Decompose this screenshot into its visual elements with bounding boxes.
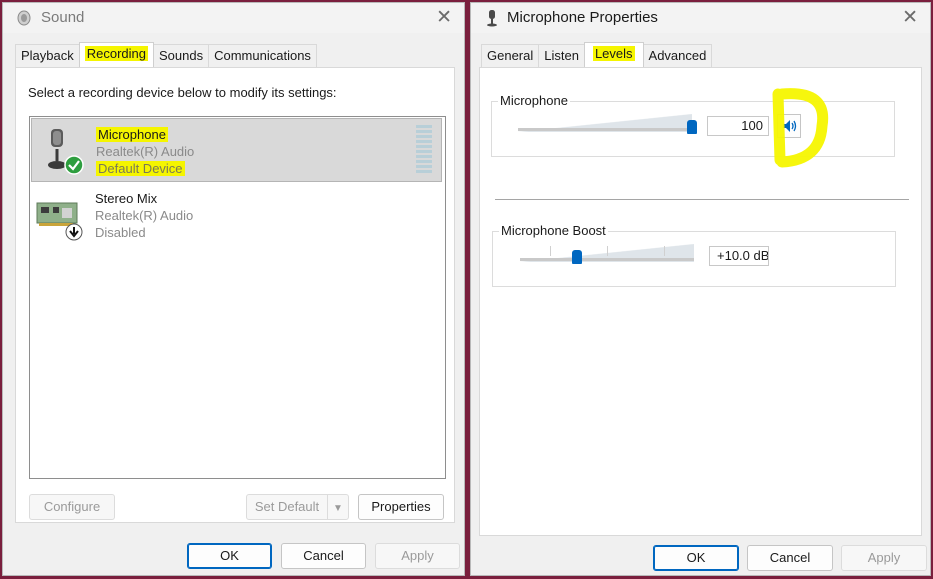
tab-sounds[interactable]: Sounds bbox=[153, 44, 210, 67]
microphone-app-icon bbox=[487, 10, 497, 27]
sound-title: Sound bbox=[41, 9, 85, 26]
apply-button[interactable]: Apply bbox=[841, 545, 927, 571]
speaker-app-icon bbox=[17, 10, 31, 26]
annotation-mark bbox=[772, 88, 829, 168]
device-driver: Realtek(R) Audio bbox=[95, 208, 194, 223]
close-icon[interactable]: ✕ bbox=[436, 6, 452, 29]
properties-tabs: General Listen Levels Advanced bbox=[481, 42, 713, 67]
boost-group: Microphone Boost +10.0 dB bbox=[492, 223, 896, 287]
cancel-button[interactable]: Cancel bbox=[281, 543, 366, 569]
tab-general[interactable]: General bbox=[481, 44, 540, 67]
device-name: Stereo Mix bbox=[95, 191, 158, 206]
boost-tick bbox=[664, 246, 665, 256]
instruction-text: Select a recording device below to modif… bbox=[28, 85, 337, 100]
sound-titlebar: Sound ✕ bbox=[3, 3, 464, 33]
device-status: Disabled bbox=[95, 225, 146, 240]
tab-recording[interactable]: Recording bbox=[78, 42, 155, 67]
divider bbox=[495, 199, 909, 200]
list-item-stereo-mix[interactable]: Stereo Mix Realtek(R) Audio Disabled bbox=[31, 183, 440, 245]
boost-slider-track[interactable] bbox=[520, 258, 694, 261]
set-default-dropdown[interactable]: ▼ bbox=[327, 494, 349, 520]
levels-panel: Microphone 100 Microphone Boost +10.0 dB bbox=[479, 67, 922, 536]
tab-levels[interactable]: Levels bbox=[583, 42, 644, 67]
properties-title: Microphone Properties bbox=[507, 9, 658, 26]
close-icon[interactable]: ✕ bbox=[902, 6, 918, 29]
microphone-group: Microphone 100 bbox=[491, 88, 895, 168]
tab-communications[interactable]: Communications bbox=[208, 44, 317, 67]
boost-tick bbox=[607, 246, 608, 256]
properties-titlebar: Microphone Properties ✕ bbox=[471, 3, 930, 33]
cancel-button[interactable]: Cancel bbox=[747, 545, 833, 571]
mic-slider-track[interactable] bbox=[518, 128, 692, 131]
boost-level-input[interactable]: +10.0 dB bbox=[709, 246, 769, 266]
disabled-arrow-icon bbox=[65, 223, 83, 241]
boost-label: Microphone Boost bbox=[499, 223, 608, 238]
tab-playback[interactable]: Playback bbox=[15, 44, 80, 67]
ok-button[interactable]: OK bbox=[187, 543, 272, 569]
tab-listen[interactable]: Listen bbox=[538, 44, 585, 67]
tab-levels-label: Levels bbox=[592, 46, 635, 61]
default-check-icon bbox=[64, 155, 84, 175]
tab-recording-label: Recording bbox=[84, 46, 149, 61]
list-item-microphone[interactable]: Microphone Realtek(R) Audio Default Devi… bbox=[31, 118, 442, 182]
sound-tabs: Playback Recording Sounds Communications bbox=[15, 42, 317, 67]
recording-panel: Select a recording device below to modif… bbox=[15, 67, 455, 523]
properties-dialog: Microphone Properties ✕ General Listen L… bbox=[470, 2, 931, 576]
set-default-button[interactable]: Set Default bbox=[246, 494, 328, 520]
chevron-down-icon: ▼ bbox=[333, 503, 343, 514]
tab-advanced[interactable]: Advanced bbox=[642, 44, 713, 67]
microphone-label: Microphone bbox=[498, 93, 570, 108]
sound-dialog: Sound ✕ Playback Recording Sounds Commun… bbox=[2, 2, 465, 576]
device-name: Microphone bbox=[96, 127, 168, 142]
mic-level-input[interactable]: 100 bbox=[707, 116, 769, 136]
boost-slider-thumb[interactable] bbox=[572, 250, 583, 264]
properties-button[interactable]: Properties bbox=[358, 494, 444, 520]
mic-slider-thumb[interactable] bbox=[687, 120, 697, 134]
device-driver: Realtek(R) Audio bbox=[96, 144, 195, 159]
ok-button[interactable]: OK bbox=[653, 545, 739, 571]
device-status: Default Device bbox=[96, 161, 185, 176]
configure-button[interactable]: Configure bbox=[29, 494, 115, 520]
boost-tick bbox=[550, 246, 551, 256]
apply-button[interactable]: Apply bbox=[375, 543, 460, 569]
device-list: Microphone Realtek(R) Audio Default Devi… bbox=[29, 116, 446, 479]
level-meter bbox=[416, 125, 432, 175]
